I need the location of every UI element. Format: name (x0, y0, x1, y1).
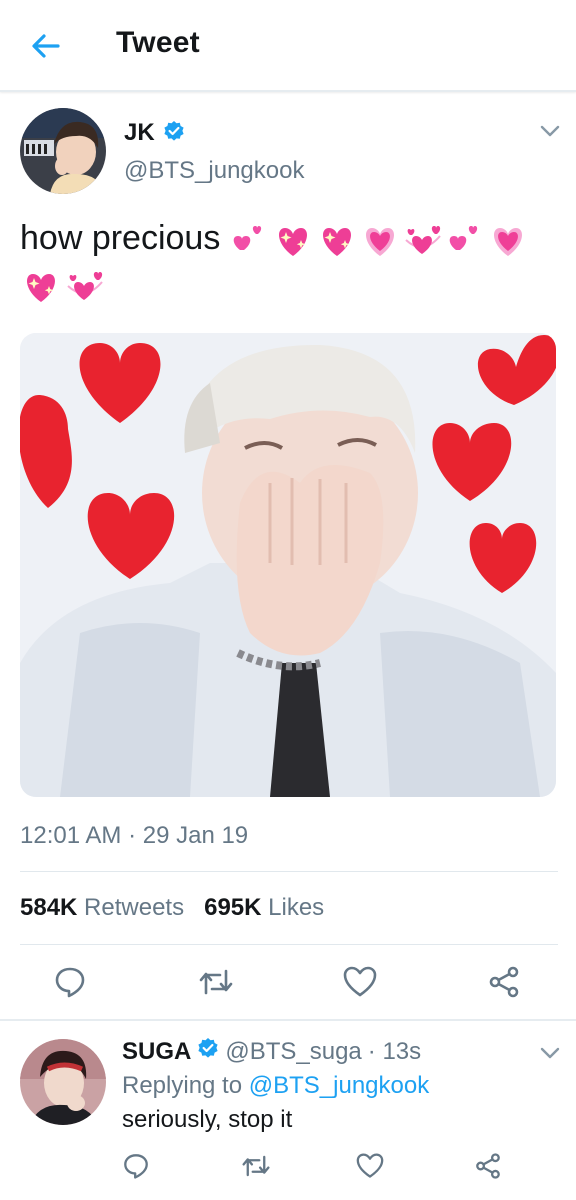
retweet-icon[interactable] (194, 960, 238, 1004)
tweet-media-image[interactable] (20, 333, 556, 797)
tweet-stats: 584K Retweets 695K Likes (20, 894, 324, 922)
reply-icon[interactable] (116, 1146, 156, 1186)
replying-to-link[interactable]: @BTS_jungkook (249, 1072, 429, 1099)
two-hearts-emoji-icon (449, 226, 477, 251)
replying-to: Replying to @BTS_jungkook (122, 1072, 429, 1100)
reply-text: seriously, stop it (122, 1106, 293, 1133)
likes-stat[interactable]: 695K Likes (204, 894, 324, 921)
top-bar: Tweet (0, 0, 576, 92)
reply-icon[interactable] (48, 960, 92, 1004)
emoji-row-2 (20, 266, 106, 306)
chevron-down-icon[interactable] (538, 122, 562, 140)
back-arrow-icon[interactable] (28, 28, 64, 64)
retweets-stat[interactable]: 584K Retweets (20, 894, 184, 921)
divider (20, 871, 558, 872)
sparkling-heart-emoji-icon (278, 228, 307, 257)
replying-to-prefix: Replying to (122, 1072, 243, 1099)
divider (0, 1019, 576, 1021)
reply-action-bar (0, 1146, 576, 1186)
revolving-hearts-emoji-icon (67, 272, 103, 301)
revolving-hearts-emoji-icon (405, 226, 441, 255)
retweet-icon[interactable] (236, 1146, 276, 1186)
two-hearts-emoji-icon (233, 226, 261, 251)
sparkling-heart-emoji-icon (322, 228, 351, 257)
reply-header: SUGA @BTS_suga · 13s (122, 1037, 421, 1066)
verified-badge-icon (163, 120, 185, 147)
tweet-text: how precious (20, 215, 560, 307)
author-avatar[interactable] (20, 108, 106, 194)
share-icon[interactable] (468, 1146, 508, 1186)
reply-author-name[interactable]: SUGA (122, 1038, 191, 1066)
retweets-count: 584K (20, 894, 78, 921)
tweet-timestamp[interactable]: 12:01 AM · 29 Jan 19 (20, 822, 248, 850)
likes-label: Likes (268, 894, 325, 921)
growing-heart-emoji-icon (493, 228, 522, 257)
reply-author-avatar[interactable] (20, 1039, 106, 1125)
emoji-row (230, 220, 528, 260)
tweet-action-bar (0, 960, 576, 1004)
share-icon[interactable] (482, 960, 526, 1004)
reply-author-handle[interactable]: @BTS_suga (225, 1038, 361, 1066)
page-title: Tweet (116, 26, 200, 59)
author-info[interactable]: JK @BTS_jungkook (124, 119, 304, 185)
likes-count: 695K (204, 894, 262, 921)
sparkling-heart-emoji-icon (27, 274, 55, 303)
tweet-text-content: how precious (20, 219, 221, 257)
reply-time: · 13s (367, 1037, 422, 1065)
author-handle[interactable]: @BTS_jungkook (124, 157, 304, 185)
like-heart-icon[interactable] (350, 1146, 390, 1186)
growing-heart-emoji-icon (365, 228, 394, 257)
chevron-down-icon[interactable] (538, 1044, 562, 1062)
verified-badge-icon (197, 1037, 219, 1066)
like-heart-icon[interactable] (338, 960, 382, 1004)
divider (20, 944, 558, 945)
retweets-label: Retweets (84, 894, 185, 921)
author-name[interactable]: JK (124, 119, 155, 147)
